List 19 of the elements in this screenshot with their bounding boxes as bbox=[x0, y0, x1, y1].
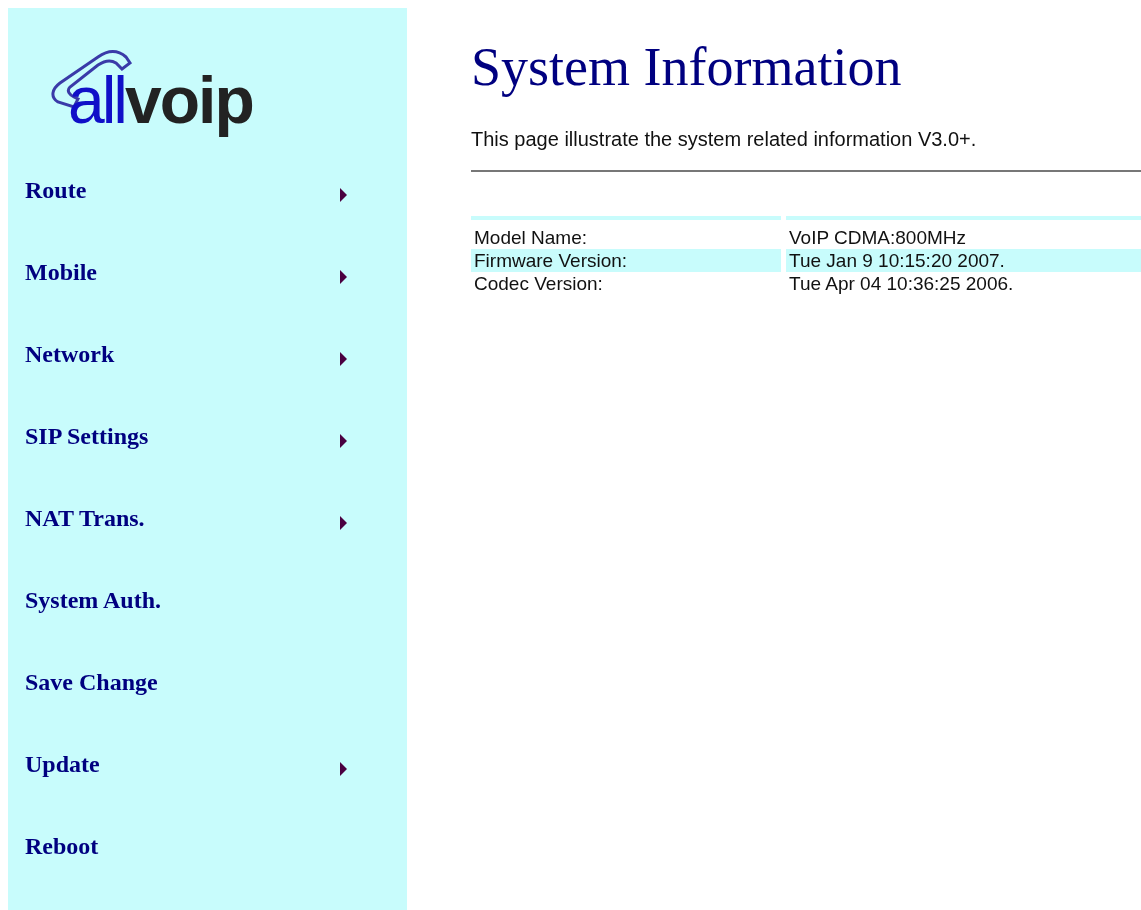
menu-item[interactable]: Route bbox=[25, 172, 87, 208]
submenu-arrow-icon bbox=[340, 188, 347, 202]
submenu-arrow-icon bbox=[340, 434, 347, 448]
menu-item[interactable]: System Auth. bbox=[25, 582, 162, 618]
menu-item[interactable]: Network bbox=[25, 336, 115, 372]
logo-text: all bbox=[68, 67, 126, 133]
menu-item[interactable]: Save Change bbox=[25, 664, 158, 700]
menu-item[interactable]: SIP Settings bbox=[25, 418, 149, 454]
table-cell: Firmware Version: bbox=[471, 249, 781, 272]
menu-item[interactable]: Reboot bbox=[25, 828, 99, 864]
menu-item[interactable]: NAT Trans. bbox=[25, 500, 145, 536]
menu-item[interactable]: Mobile bbox=[25, 254, 97, 290]
submenu-arrow-icon bbox=[340, 516, 347, 530]
menu-item[interactable]: Update bbox=[25, 746, 100, 782]
submenu-arrow-icon bbox=[340, 270, 347, 284]
table-cell: Tue Jan 9 10:15:20 2007. bbox=[786, 249, 1141, 272]
submenu-arrow-icon bbox=[340, 762, 347, 776]
page-description: This page illustrate the system related information V3.0+. bbox=[471, 127, 978, 152]
submenu-arrow-icon bbox=[340, 352, 347, 366]
